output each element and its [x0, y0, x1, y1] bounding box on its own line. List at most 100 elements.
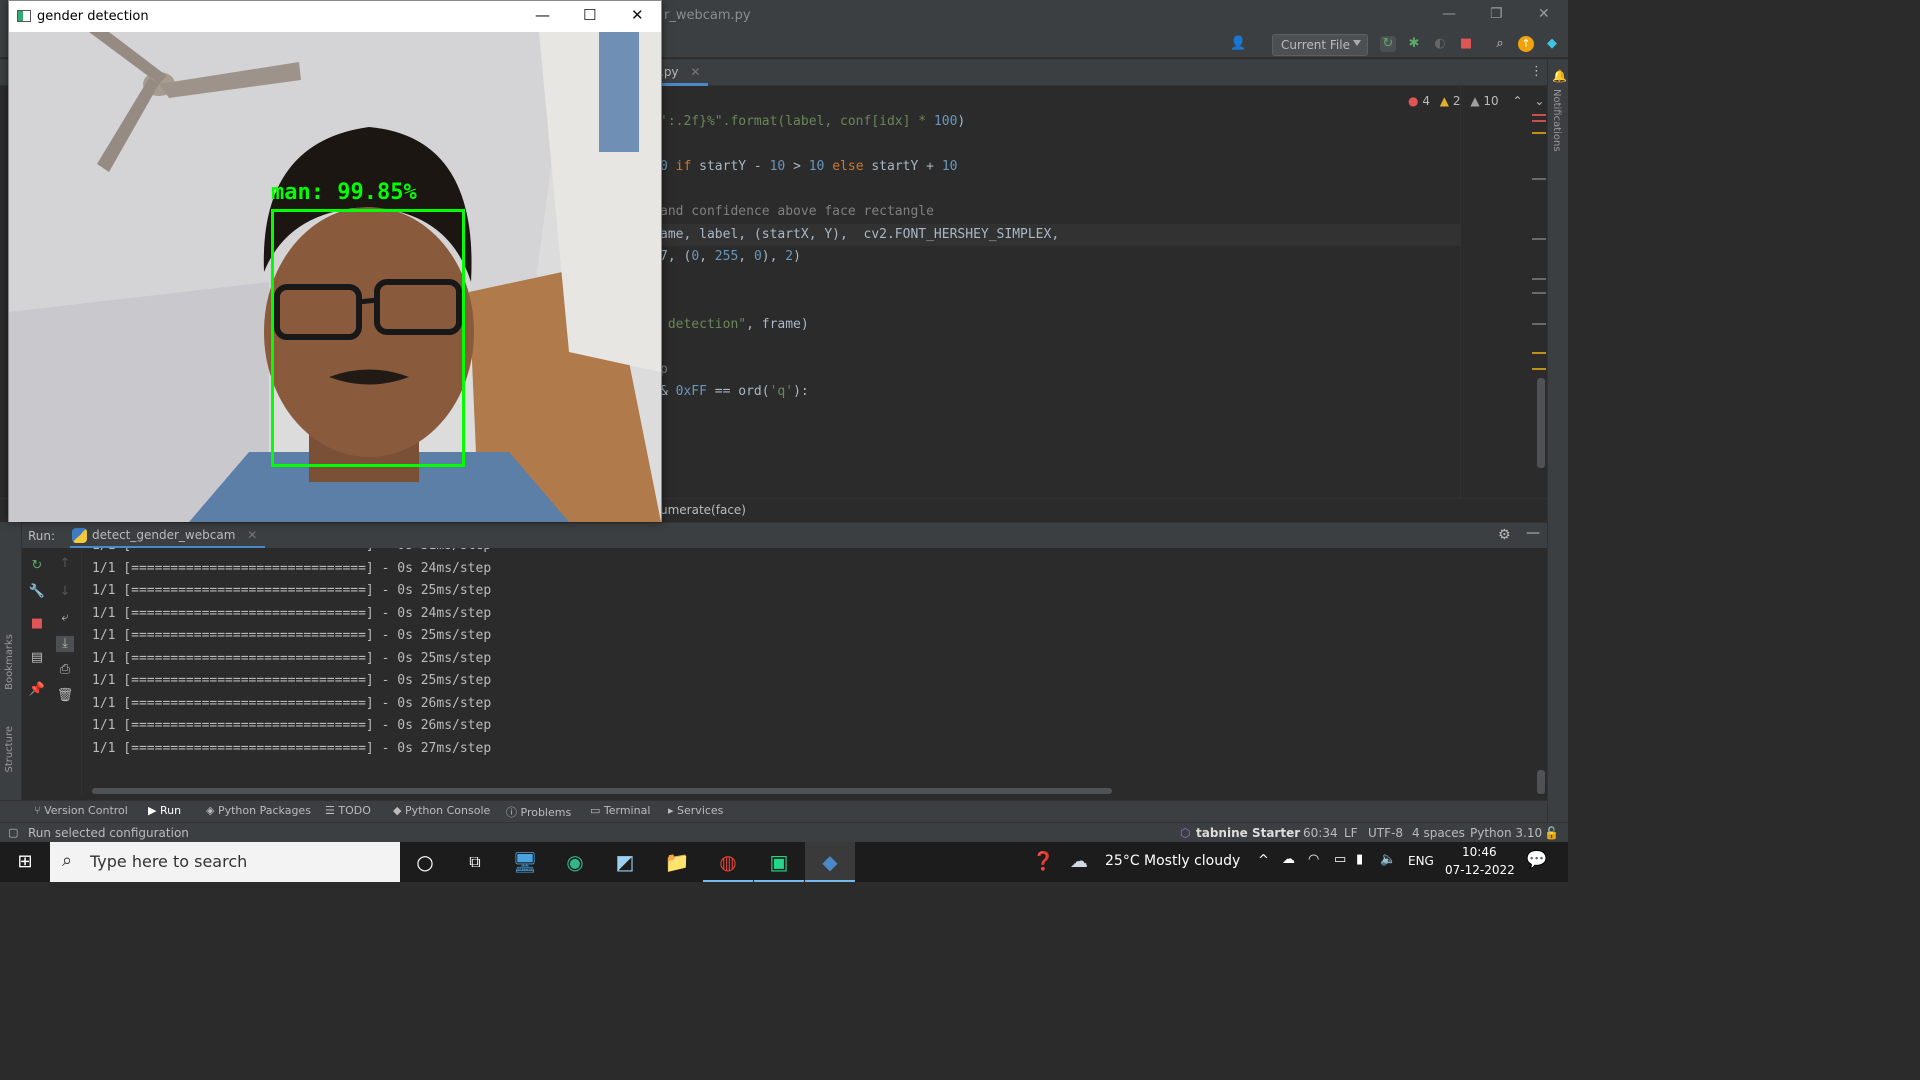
- close-tab-icon[interactable]: ✕: [247, 528, 257, 542]
- run-configuration-select[interactable]: Current File: [1272, 34, 1368, 56]
- print-icon[interactable]: ⎙: [56, 662, 74, 678]
- minimize-icon[interactable]: —: [535, 6, 550, 24]
- pycharm-icon[interactable]: ▣: [754, 842, 804, 882]
- volume-icon[interactable]: 🔈: [1380, 852, 1396, 867]
- code-line[interactable]: ':.2f}%".format(label, conf[idx] * 100): [660, 114, 965, 134]
- chevron-down-icon[interactable]: ⌄: [1534, 94, 1544, 108]
- layout-icon[interactable]: ▤: [28, 650, 46, 666]
- file-encoding[interactable]: UTF-8: [1368, 826, 1403, 840]
- tabnine-status[interactable]: tabnine Starter: [1196, 826, 1300, 840]
- code-line[interactable]: detection", frame): [660, 317, 809, 337]
- rerun-icon[interactable]: ↻: [28, 558, 46, 574]
- weather-cloud-icon[interactable]: ☁: [1070, 851, 1088, 872]
- taskbar-search[interactable]: ⌕ Type here to search: [50, 842, 400, 882]
- error-stripe-mark[interactable]: [1532, 120, 1546, 122]
- wifi-icon[interactable]: ◠: [1308, 852, 1319, 867]
- help-icon[interactable]: ❓: [1032, 851, 1054, 872]
- tool-run[interactable]: ▶ Run: [148, 804, 181, 817]
- hide-panel-icon[interactable]: —: [1526, 525, 1540, 541]
- tool-terminal[interactable]: ▭ Terminal: [590, 804, 650, 817]
- weak-warning-stripe-mark[interactable]: [1532, 323, 1546, 325]
- run-console-output[interactable]: 1/1 [==============================] - 0…: [82, 548, 1547, 796]
- clock-date[interactable]: 07-12-2022: [1445, 863, 1515, 877]
- code-line[interactable]: 0 if startY - 10 > 10 else startY + 10: [660, 159, 957, 179]
- pin-icon[interactable]: 📌: [28, 682, 46, 698]
- network-icon[interactable]: ▭: [1334, 852, 1346, 867]
- chevron-up-icon[interactable]: ⌃: [1512, 94, 1522, 108]
- stop-icon[interactable]: ■: [1458, 36, 1474, 52]
- trash-icon[interactable]: 🗑: [56, 688, 74, 704]
- bell-icon[interactable]: 🔔: [1552, 69, 1567, 83]
- maximize-icon[interactable]: ☐: [583, 6, 596, 24]
- close-tab-icon[interactable]: ✕: [690, 65, 700, 79]
- line-separator[interactable]: LF: [1344, 826, 1358, 840]
- tool-python-console[interactable]: ◆ Python Console: [393, 804, 490, 817]
- close-icon[interactable]: ✕: [1538, 6, 1550, 22]
- console-horizontal-scrollbar[interactable]: [92, 788, 1112, 794]
- tool-services[interactable]: ▸ Services: [668, 804, 723, 817]
- caret-position[interactable]: 60:34: [1303, 826, 1338, 840]
- wrench-icon[interactable]: 🔧: [28, 584, 46, 600]
- lock-icon[interactable]: 🔓: [1544, 826, 1559, 840]
- warning-stripe-mark[interactable]: [1532, 368, 1546, 370]
- file-explorer-icon[interactable]: 📁: [652, 842, 702, 882]
- weak-warning-stripe-mark[interactable]: [1532, 178, 1546, 180]
- notifications-label[interactable]: Notifications: [1551, 89, 1562, 152]
- gear-icon[interactable]: ⚙: [1498, 527, 1511, 543]
- app-icon[interactable]: ◩: [600, 842, 650, 882]
- tool-problems[interactable]: ⓘ Problems: [506, 804, 571, 820]
- pc-icon[interactable]: 🖥: [500, 842, 550, 882]
- search-icon[interactable]: ⌕: [1492, 36, 1508, 52]
- weak-warning-stripe-mark[interactable]: [1532, 292, 1546, 294]
- debug-icon[interactable]: ✱: [1406, 36, 1422, 52]
- tool-version-control[interactable]: ⑂ Version Control: [34, 804, 128, 817]
- minimize-icon[interactable]: —: [1442, 6, 1456, 22]
- layout-toggle-icon[interactable]: ▢: [8, 826, 18, 839]
- arrow-up-icon[interactable]: ↑: [56, 556, 74, 572]
- code-line[interactable]: ame, label, (startX, Y), cv2.FONT_HERSHE…: [660, 227, 1059, 247]
- console-vertical-scrollbar[interactable]: [1537, 770, 1545, 794]
- tool-todo[interactable]: ☰ TODO: [325, 804, 371, 817]
- edge-icon[interactable]: ◉: [550, 842, 600, 882]
- weak-warning-stripe-mark[interactable]: [1532, 278, 1546, 280]
- task-view-icon[interactable]: ⧉: [450, 842, 500, 882]
- python-interpreter[interactable]: Python 3.10: [1470, 826, 1542, 840]
- more-options-icon[interactable]: ⋮: [1530, 64, 1543, 79]
- structure-tab[interactable]: Structure: [4, 726, 15, 773]
- warning-stripe-mark[interactable]: [1532, 132, 1546, 134]
- code-line[interactable]: 7, (0, 255, 0), 2): [660, 249, 801, 269]
- inspection-widget[interactable]: ● 4 ▲ 2 ▲ 10 ⌃ ⌄: [1408, 94, 1544, 108]
- chevron-up-icon[interactable]: ^: [1258, 853, 1269, 868]
- run-tab-detect-gender-webcam[interactable]: detect_gender_webcam ✕: [70, 523, 266, 549]
- bookmarks-tab[interactable]: Bookmarks: [4, 634, 15, 690]
- gender-detection-window[interactable]: gender detection — ☐ ✕ man: 99.85%: [8, 0, 662, 522]
- cortana-icon[interactable]: ○: [400, 842, 450, 882]
- close-icon[interactable]: ✕: [631, 6, 644, 24]
- jetbrains-ai-icon[interactable]: ◆: [1544, 36, 1560, 52]
- action-center-icon[interactable]: 💬: [1526, 850, 1547, 870]
- stop-icon[interactable]: ■: [28, 616, 46, 632]
- editor-scrollbar[interactable]: [1537, 378, 1545, 468]
- code-line[interactable]: and confidence above face rectangle: [660, 204, 934, 224]
- user-icon[interactable]: 👤: [1230, 36, 1246, 52]
- arrow-down-icon[interactable]: ↓: [56, 584, 74, 600]
- clock-time[interactable]: 10:46: [1462, 845, 1497, 859]
- windows-start-icon[interactable]: ⊞: [0, 842, 50, 882]
- breadcrumb-item[interactable]: umerate(face): [660, 503, 746, 517]
- error-stripe-mark[interactable]: [1532, 114, 1546, 116]
- onedrive-icon[interactable]: ☁: [1282, 852, 1295, 867]
- restore-icon[interactable]: ❐: [1490, 6, 1503, 22]
- coverage-icon[interactable]: ◐: [1432, 36, 1448, 52]
- weather-text[interactable]: 25°C Mostly cloudy: [1105, 853, 1240, 869]
- language-indicator[interactable]: ENG: [1408, 854, 1434, 868]
- tool-python-packages[interactable]: ◈ Python Packages: [206, 804, 311, 817]
- indentation[interactable]: 4 spaces: [1412, 826, 1465, 840]
- python-icon[interactable]: ◆: [805, 842, 855, 882]
- battery-icon[interactable]: ▮: [1356, 852, 1363, 867]
- weak-warning-stripe-mark[interactable]: [1532, 238, 1546, 240]
- rerun-icon[interactable]: ↻: [1380, 36, 1396, 52]
- update-icon[interactable]: ↑: [1518, 36, 1534, 52]
- code-line[interactable]: & 0xFF == ord('q'):: [660, 384, 809, 404]
- cv-window-titlebar[interactable]: gender detection — ☐ ✕: [9, 1, 661, 32]
- scroll-to-end-icon[interactable]: ⤓: [56, 636, 74, 652]
